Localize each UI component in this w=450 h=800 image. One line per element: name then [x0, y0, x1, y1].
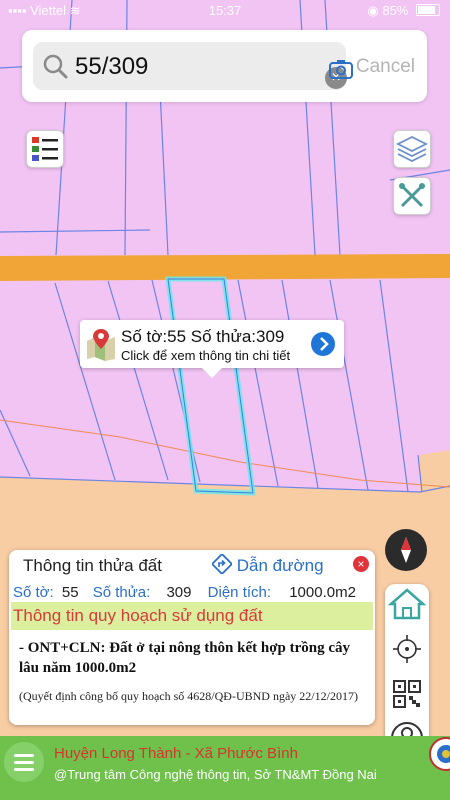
legend-icon — [32, 137, 58, 161]
battery-percent: 85% — [382, 3, 409, 18]
sheet-label: Số tờ: — [13, 584, 54, 601]
directions-icon — [210, 552, 234, 576]
decision-note: (Quyết định công bố quy hoạch số 4628/QĐ… — [19, 689, 358, 703]
parcel-popup[interactable]: Số tờ:55 Số thửa:309 Click để xem thông … — [80, 320, 344, 378]
lock-rotation-icon: ◉ — [367, 3, 379, 18]
district-label: Huyện Long Thành - Xã Phước Bình — [54, 745, 298, 762]
sheet-value: 55 — [61, 584, 79, 601]
compass-button[interactable] — [385, 529, 427, 571]
directions-button[interactable]: Dẫn đường — [210, 552, 324, 576]
camera-icon[interactable] — [329, 59, 353, 79]
tools-button[interactable] — [393, 177, 431, 215]
footer-bar: Huyện Long Thành - Xã Phước Bình @Trung … — [0, 736, 450, 800]
layers-button[interactable] — [393, 130, 431, 168]
area-label: Diện tích: — [207, 584, 272, 601]
chevron-right-icon — [320, 337, 329, 351]
qr-icon[interactable] — [385, 674, 429, 714]
planning-header: Thông tin quy hoạch sử dụng đất — [13, 606, 263, 625]
parcel-value: 309 — [166, 584, 192, 601]
panel-title: Thông tin thửa đất — [23, 556, 162, 575]
search-bar: × Cancel — [22, 30, 427, 102]
status-bar: ▪▪▪▪ Viettel ≋ 15:37 ◉ 85% — [0, 0, 450, 22]
battery-status: ◉ 85% — [367, 3, 440, 19]
search-input[interactable] — [73, 48, 307, 86]
agency-logo — [429, 737, 450, 771]
popup-title: Số tờ:55 Số thửa:309 — [121, 327, 285, 346]
map-pin-icon — [87, 329, 115, 361]
layers-icon — [395, 135, 429, 163]
compass-icon — [401, 537, 411, 563]
parcel-label: Số thửa: — [92, 584, 151, 601]
map-tool-column — [385, 584, 429, 760]
land-use-text: - ONT+CLN: Đất ở tại nông thôn kết hợp t… — [19, 640, 351, 676]
battery-icon — [416, 4, 440, 16]
popup-subtitle: Click để xem thông tin chi tiết — [121, 348, 291, 363]
search-icon — [43, 54, 68, 79]
popup-details-button[interactable] — [311, 332, 335, 356]
parcel-summary-row: Số tờ: 55 Số thửa: 309 Diện tích: 1000.0… — [13, 584, 356, 601]
parcel-info-panel: Thông tin thửa đất Dẫn đường × Số tờ: 55… — [9, 550, 375, 725]
legend-button[interactable] — [26, 130, 64, 168]
planning-header-bar: Thông tin quy hoạch sử dụng đất — [11, 602, 373, 630]
directions-label: Dẫn đường — [236, 556, 324, 575]
cancel-button[interactable]: Cancel — [356, 56, 415, 78]
search-box[interactable]: × — [33, 42, 353, 90]
tools-icon — [399, 183, 425, 208]
close-icon[interactable]: × — [353, 556, 369, 572]
locate-icon[interactable] — [385, 629, 429, 669]
menu-button[interactable] — [4, 742, 44, 782]
home-icon[interactable] — [385, 584, 429, 624]
area-value: 1000.0m2 — [289, 584, 356, 601]
credit-label: @Trung tâm Công nghệ thông tin, Sở TN&MT… — [54, 767, 377, 782]
